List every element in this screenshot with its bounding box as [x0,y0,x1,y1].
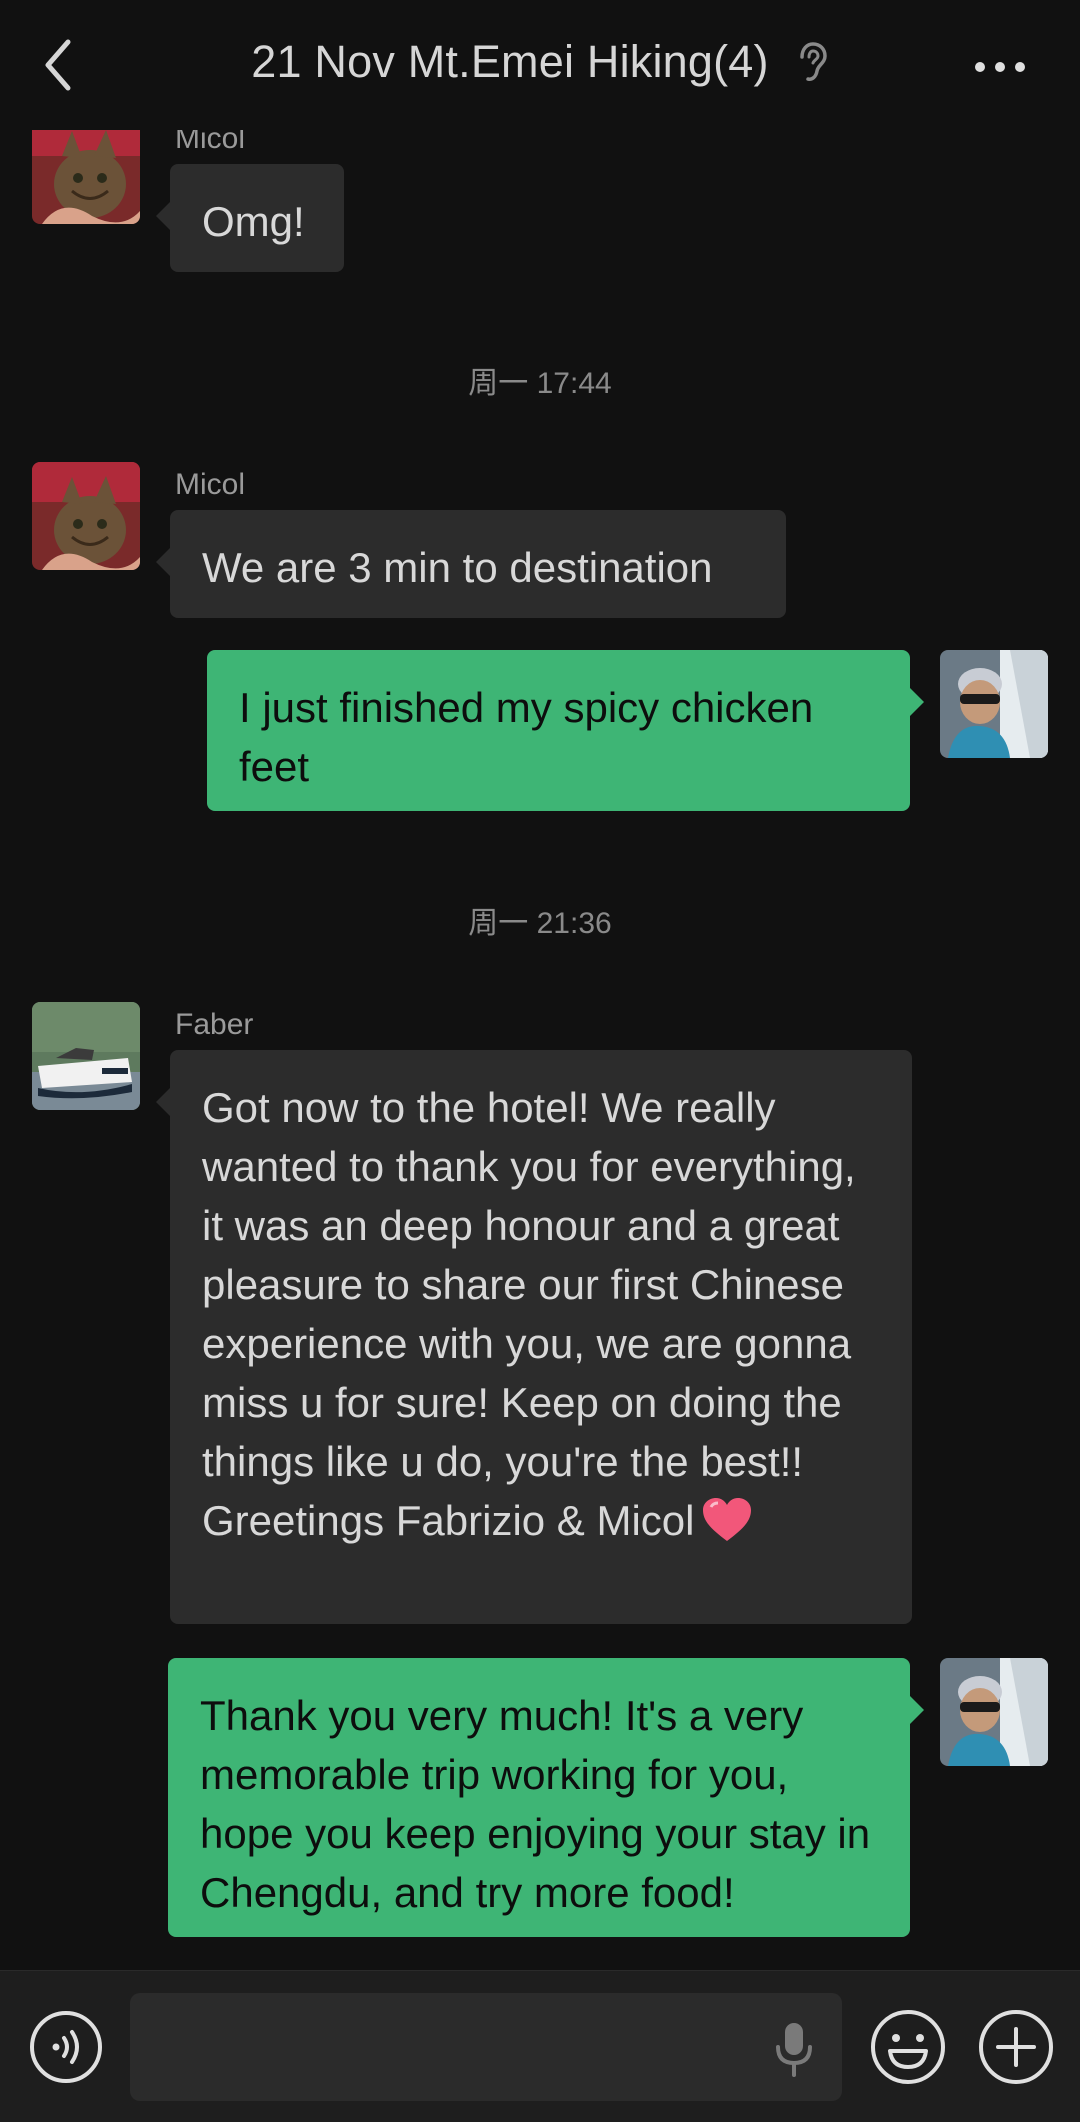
message-bubble-incoming[interactable]: Got now to the hotel! We really wanted t… [156,1050,912,1624]
avatar-micol[interactable] [32,462,140,570]
avatar-micol[interactable] [32,116,140,224]
avatar-faber[interactable] [32,1002,140,1110]
chat-header: 21 Nov Mt.Emei Hiking(4) [0,0,1080,130]
chat-title-bar: 21 Nov Mt.Emei Hiking(4) [0,36,1080,88]
chat-area[interactable]: Micol Omg! 周一 17:44 Micol We are 3 min t… [0,0,1080,1970]
sender-name: Micol [175,468,246,501]
mic-icon[interactable] [770,2019,818,2079]
more-dots-icon [975,62,1025,72]
chat-title: 21 Nov Mt.Emei Hiking(4) [251,36,769,87]
avatar-self[interactable] [940,650,1048,758]
timestamp: 周一 21:36 [468,907,612,940]
sender-name: Faber [175,1008,254,1041]
ear-icon [799,42,827,81]
message-bubble-outgoing[interactable]: I just finished my spicy chicken feet [207,650,924,811]
more-options-button[interactable] [972,52,1028,82]
voice-toggle-button[interactable] [28,2009,104,2085]
plus-button[interactable] [976,2007,1056,2087]
message-input[interactable] [130,1993,842,2101]
message-text: I just finished my spicy chicken feet [239,684,814,790]
plus-icon [979,2010,1053,2084]
timestamp: 周一 17:44 [468,367,612,400]
heart-emoji-icon [701,1497,753,1543]
emoji-icon [871,2010,945,2084]
input-bar [0,1970,1080,2122]
voice-icon [30,2011,102,2083]
message-text: Got now to the hotel! We really wanted t… [202,1084,856,1544]
message-bubble-incoming[interactable]: Omg! [156,164,344,272]
emoji-button[interactable] [868,2007,948,2087]
message-bubble-outgoing[interactable]: Thank you very much! It's a very memorab… [168,1658,924,1937]
message-text: Thank you very much! It's a very memorab… [200,1692,871,1916]
message-text: We are 3 min to destination [202,544,713,591]
message-bubble-incoming[interactable]: We are 3 min to destination [156,510,786,618]
message-text: Omg! [202,198,305,245]
avatar-self[interactable] [940,1658,1048,1766]
